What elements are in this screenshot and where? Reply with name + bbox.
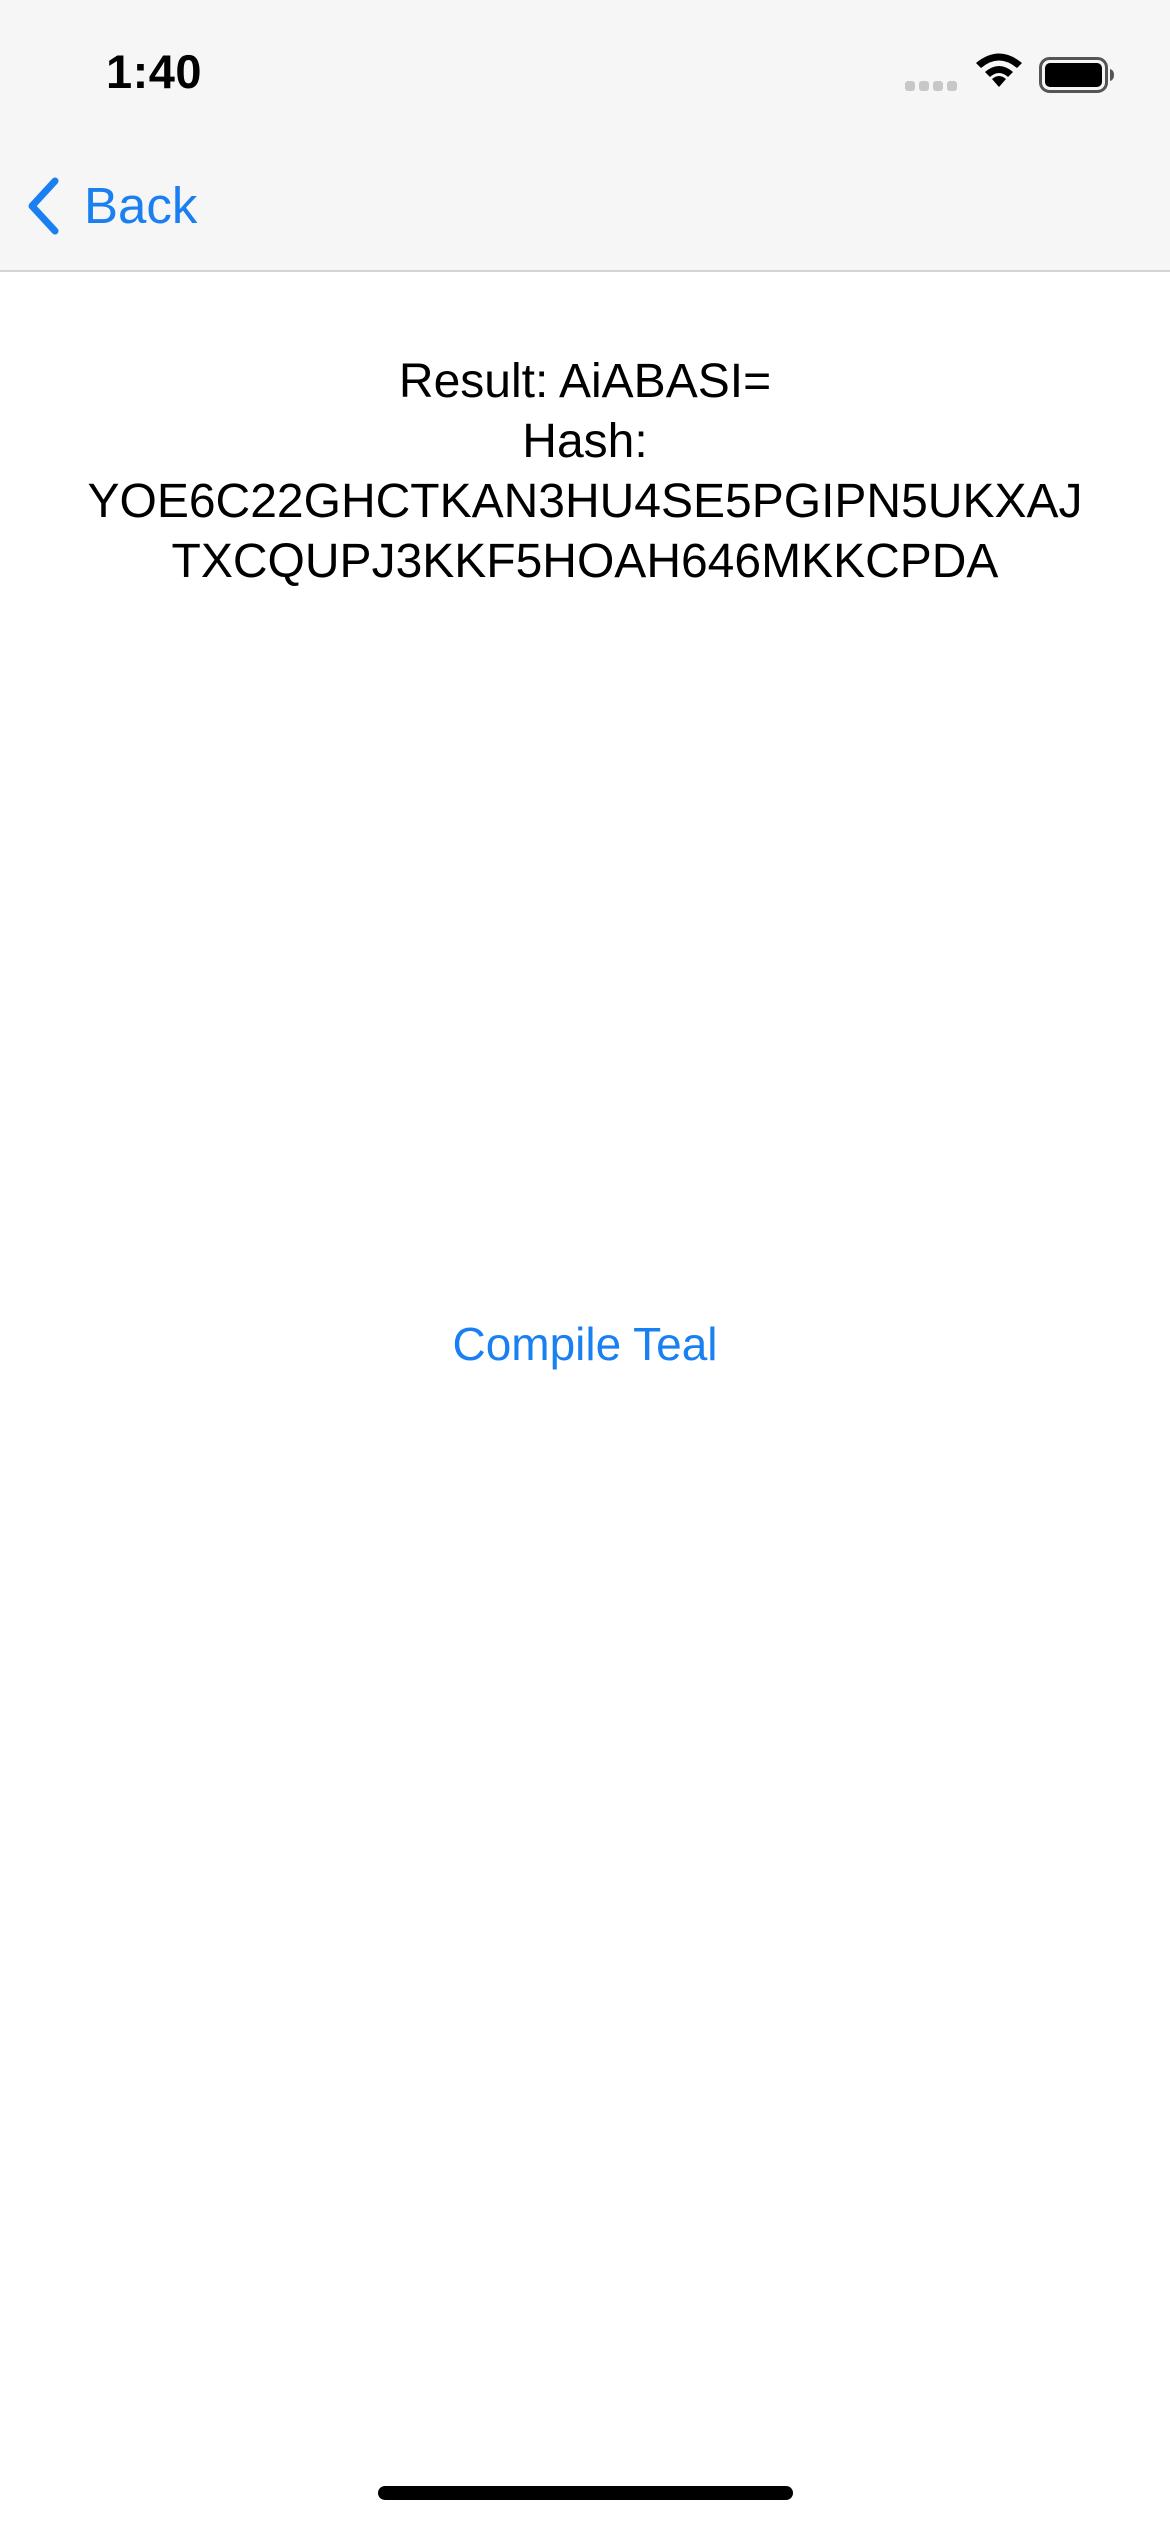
signal-dot	[905, 81, 915, 91]
battery-icon	[1039, 57, 1114, 93]
home-indicator[interactable]	[378, 2486, 793, 2500]
top-bar: 1:40 Back	[0, 0, 1170, 272]
compile-teal-button[interactable]: Compile Teal	[0, 1312, 1170, 1376]
screen: 1:40 Back Result: AiABASI= Hash: YOE6C22…	[0, 0, 1170, 2532]
hash-value-line-2: TXCQUPJ3KKF5HOAH646MKKCPDA	[171, 535, 999, 588]
status-time: 1:40	[106, 45, 203, 98]
wifi-icon	[976, 53, 1022, 87]
result-line: Result: AiABASI=	[398, 355, 772, 408]
chevron-left-icon	[28, 177, 59, 235]
signal-dot	[919, 81, 929, 91]
back-label: Back	[84, 177, 198, 234]
cellular-signal-icon	[905, 80, 959, 92]
result-text: Result: AiABASI= Hash: YOE6C22GHCTKAN3HU…	[30, 352, 1140, 592]
signal-dot	[933, 81, 943, 91]
hash-value-line-1: YOE6C22GHCTKAN3HU4SE5PGIPN5UKXAJ	[87, 475, 1083, 528]
signal-dot	[947, 81, 957, 91]
back-button[interactable]: Back	[24, 174, 197, 238]
hash-label: Hash:	[522, 415, 648, 468]
